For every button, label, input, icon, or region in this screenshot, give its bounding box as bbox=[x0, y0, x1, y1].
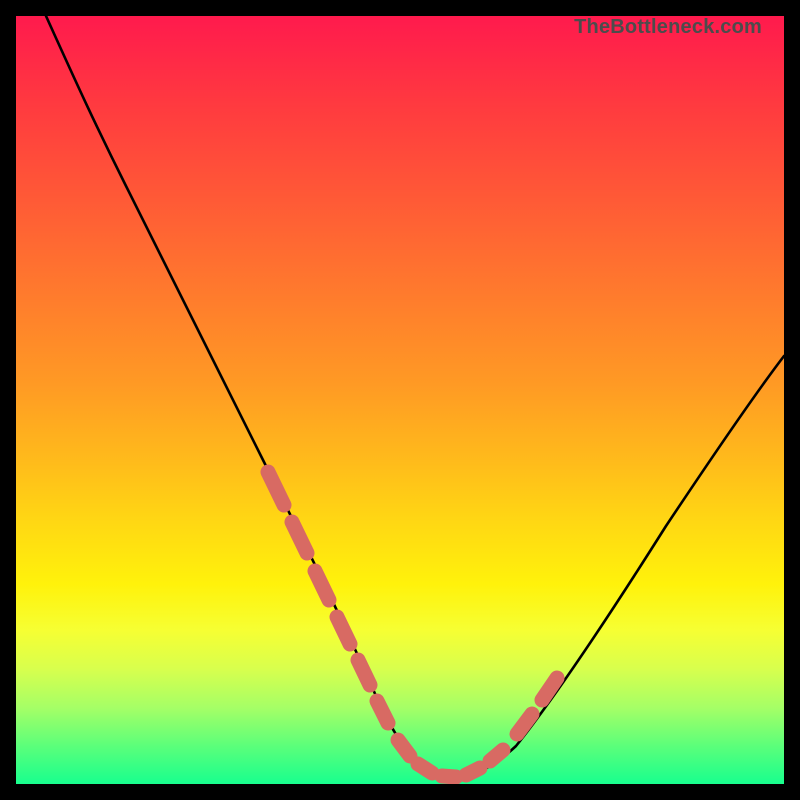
chart-plot-area bbox=[16, 16, 784, 784]
chart-frame: TheBottleneck.com bbox=[16, 16, 784, 784]
attribution-label: TheBottleneck.com bbox=[574, 16, 762, 39]
